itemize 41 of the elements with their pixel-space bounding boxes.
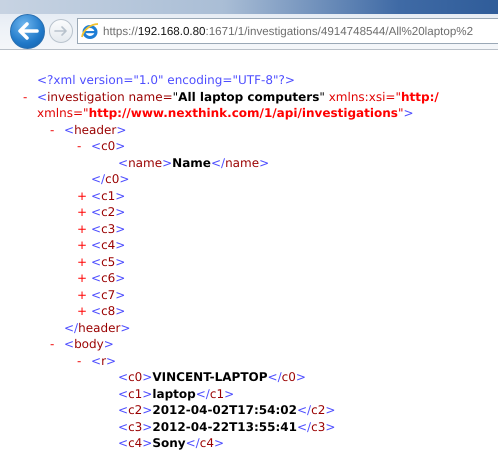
xml-tag: <c1> [91, 188, 498, 204]
xml-tag: <c8> [91, 303, 498, 320]
xml-tag: <c0>VINCENT-LAPTOP</c0> [118, 369, 498, 386]
back-arrow-icon [16, 22, 38, 40]
back-button[interactable] [10, 14, 45, 48]
xml-tag: <c4> [91, 237, 498, 254]
expand-toggle[interactable]: + [77, 188, 91, 204]
xml-end-tag: </c0> [91, 171, 498, 188]
xml-declaration: <?xml version="1.0" encoding="UTF-8"?> [37, 72, 296, 88]
xml-tag: <c5> [91, 254, 498, 270]
xml-tag: <c1>laptop</c1> [118, 386, 498, 402]
xml-tag: <c2> [91, 204, 498, 220]
expand-toggle[interactable]: + [77, 254, 91, 270]
xml-tag: <header> [64, 122, 498, 138]
xml-tag: <c3> [91, 220, 498, 237]
expand-toggle[interactable]: + [77, 270, 91, 286]
expand-toggle[interactable]: + [77, 303, 91, 320]
xml-tag: <c4>Sony</c4> [118, 435, 498, 452]
address-bar[interactable]: https://192.168.0.80:1671/1/investigations/4914748544/All%20laptop%2 [77, 18, 498, 44]
expand-toggle[interactable]: - [50, 336, 64, 352]
expand-toggle[interactable]: - [77, 138, 91, 154]
xml-tag: <r> [91, 352, 498, 369]
xml-tag: <c6> [91, 270, 498, 286]
expand-toggle[interactable]: - [23, 88, 37, 122]
url-text: https://192.168.0.80:1671/1/investigations/4914748544/All%20laptop%2 [103, 24, 474, 38]
xml-tag: <c7> [91, 286, 498, 303]
browser-logo-icon [81, 22, 99, 40]
expand-toggle[interactable]: + [77, 286, 91, 303]
xml-tag: <c0> [91, 138, 498, 154]
expand-toggle[interactable]: + [77, 220, 91, 237]
expand-toggle[interactable]: + [77, 237, 91, 254]
xml-end-tag: </header> [64, 320, 498, 336]
expand-toggle[interactable]: + [77, 204, 91, 220]
xml-tag: <body> [64, 336, 498, 352]
xml-tag: <c2>2012-04-02T17:54:02</c2> [118, 402, 498, 418]
xml-tag: <c3>2012-04-22T13:55:41</c3> [118, 418, 498, 435]
forward-arrow-icon [54, 25, 68, 37]
expand-toggle[interactable]: - [50, 122, 64, 138]
xml-tag: <investigation name="All laptop computers" xmlns:xsi="http:/ xmlns="http://www.nexthink.com/1/api/investigations"> [37, 88, 498, 122]
xml-tag: <name>Name</name> [118, 154, 498, 171]
expand-toggle[interactable]: - [77, 352, 91, 369]
